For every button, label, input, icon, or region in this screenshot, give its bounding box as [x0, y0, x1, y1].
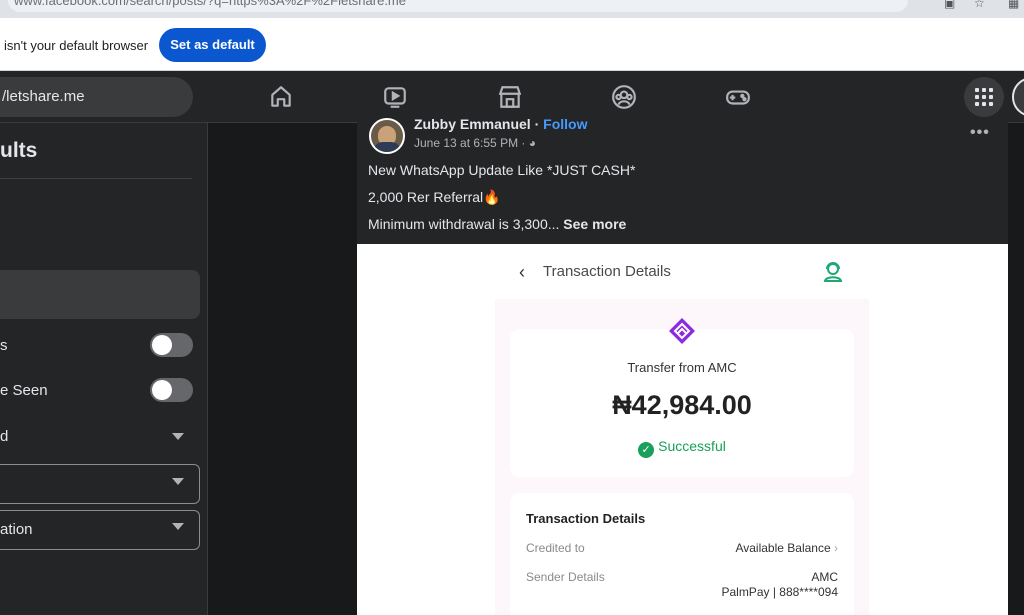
post-timestamp[interactable]: June 13 at 6:55 PM [414, 136, 518, 150]
home-icon[interactable] [268, 84, 294, 110]
marketplace-icon[interactable] [497, 84, 523, 110]
separator: · [530, 116, 544, 132]
see-more-link[interactable]: See more [563, 216, 626, 232]
author-name[interactable]: Zubby Emmanuel [414, 116, 531, 132]
globe-icon: ◕ [528, 136, 536, 150]
toggle-2-switch[interactable] [150, 378, 193, 402]
post-image[interactable]: ‹ Transaction Details Transfer from AMC … [357, 244, 1008, 615]
palmpay-logo-icon [668, 317, 696, 345]
credited-to-label: Credited to [526, 541, 585, 555]
post-text-line-2: 2,000 Rer Referral🔥 [368, 189, 501, 205]
toggle-1-switch[interactable] [150, 333, 193, 357]
toggle-1-label: s [0, 337, 8, 354]
dropdown-1-label: d [0, 428, 9, 445]
toggle-knob [152, 380, 172, 400]
transfer-from-label: Transfer from AMC [627, 360, 737, 375]
check-circle-icon: ✓ [638, 442, 655, 458]
browser-url-bar[interactable]: www.facebook.com/search/posts/?q=https%3… [0, 0, 1024, 18]
selected-filter-item[interactable] [0, 270, 200, 319]
details-title: Transaction Details [526, 511, 646, 526]
toggle-2-label: e Seen [0, 382, 48, 399]
post-text-line-1: New WhatsApp Update Like *JUST CASH* [368, 162, 636, 178]
groups-icon[interactable] [611, 84, 637, 110]
sender-details-value-2: PalmPay | 888****094 [721, 585, 838, 599]
panel-divider [0, 178, 192, 179]
menu-grid-icon[interactable] [964, 77, 1004, 117]
panel-title: ults [0, 139, 38, 162]
post-meta: June 13 at 6:55 PM · ◕ [414, 136, 536, 150]
chevron-down-icon[interactable] [172, 433, 184, 440]
receipt-header-title: Transaction Details [543, 263, 671, 280]
support-agent-icon [821, 260, 845, 284]
more-options-icon[interactable]: ••• [970, 124, 990, 142]
post-text-line-3-text: Minimum withdrawal is 3,300... [368, 216, 560, 232]
author-avatar[interactable] [369, 118, 405, 154]
toggle-knob [152, 335, 172, 355]
video-icon[interactable] [382, 84, 408, 110]
receipt-header [357, 244, 1008, 304]
post-text-line-3: Minimum withdrawal is 3,300... See more [368, 216, 626, 232]
back-arrow-icon: ‹ [519, 262, 525, 282]
default-browser-infobar: isn't your default browser Set as defaul… [0, 18, 1024, 71]
sender-details-value-1: AMC [811, 570, 838, 584]
avatar-shirt [373, 142, 401, 152]
set-as-default-button[interactable]: Set as default [159, 28, 266, 62]
dropdown-2-select[interactable] [0, 464, 200, 504]
separator: · [518, 136, 529, 150]
follow-link[interactable]: Follow [543, 116, 587, 132]
credited-to-text: Available Balance [735, 541, 831, 555]
dropdown-3-label: ation [0, 521, 33, 538]
chevron-right-icon: › [834, 541, 838, 555]
translate-icon[interactable]: ▣ [944, 0, 958, 10]
search-input[interactable]: /letshare.me [0, 77, 193, 117]
infobar-message: isn't your default browser [4, 38, 149, 53]
status-text: Successful [658, 438, 726, 454]
search-filters-panel: ults s e Seen d ation [0, 123, 208, 615]
extension-icon[interactable]: ▦ [1008, 0, 1022, 10]
transfer-amount: ₦42,984.00 [612, 390, 752, 420]
post-author-line: Zubby Emmanuel · Follow [414, 116, 587, 132]
account-avatar[interactable] [1012, 77, 1024, 117]
url-text[interactable]: www.facebook.com/search/posts/?q=https%3… [8, 0, 908, 12]
gaming-icon[interactable] [725, 84, 751, 110]
sender-details-label: Sender Details [526, 570, 605, 584]
status-badge: ✓ Successful [510, 438, 854, 458]
chevron-down-icon[interactable] [172, 478, 184, 485]
bookmark-star-icon[interactable]: ☆ [974, 0, 988, 10]
chevron-down-icon[interactable] [172, 523, 184, 530]
credited-to-value: Available Balance › [735, 541, 838, 555]
